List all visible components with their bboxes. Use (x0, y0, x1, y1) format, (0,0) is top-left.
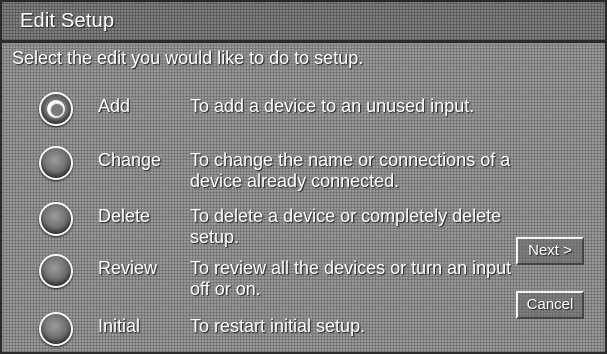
option-description-review: To review all the devices or turn an inp… (190, 258, 512, 299)
option-initial[interactable]: Initial To restart initial setup. (2, 312, 522, 352)
option-delete[interactable]: Delete To delete a device or completely … (2, 202, 522, 252)
radio-selected-dot-icon (50, 103, 64, 117)
radio-button-delete[interactable] (39, 202, 73, 236)
next-button[interactable]: Next > (516, 237, 584, 265)
option-description-initial: To restart initial setup. (190, 316, 366, 336)
option-label-review: Review (98, 258, 158, 278)
option-description-add: To add a device to an unused input. (190, 96, 475, 116)
edit-setup-dialog: Edit Setup Select the edit you would lik… (0, 0, 607, 354)
instruction-text: Select the edit you would like to do to … (12, 48, 364, 68)
option-description-change: To change the name or connections of a d… (190, 150, 511, 191)
dialog-title: Edit Setup (20, 10, 115, 32)
option-label-change: Change (98, 150, 162, 170)
title-bar: Edit Setup (2, 2, 605, 43)
cancel-button[interactable]: Cancel (516, 291, 584, 319)
option-review[interactable]: Review To review all the devices or turn… (2, 254, 522, 304)
option-add[interactable]: Add To add a device to an unused input. (2, 92, 522, 142)
radio-button-initial[interactable] (39, 312, 73, 346)
option-description-delete: To delete a device or completely delete … (190, 206, 502, 247)
option-label-initial: Initial (98, 316, 141, 336)
radio-button-add[interactable] (39, 92, 73, 126)
option-label-delete: Delete (98, 206, 151, 226)
radio-button-review[interactable] (39, 254, 73, 288)
radio-button-change[interactable] (39, 146, 73, 180)
option-change[interactable]: Change To change the name or connections… (2, 146, 522, 196)
option-label-add: Add (98, 96, 131, 116)
